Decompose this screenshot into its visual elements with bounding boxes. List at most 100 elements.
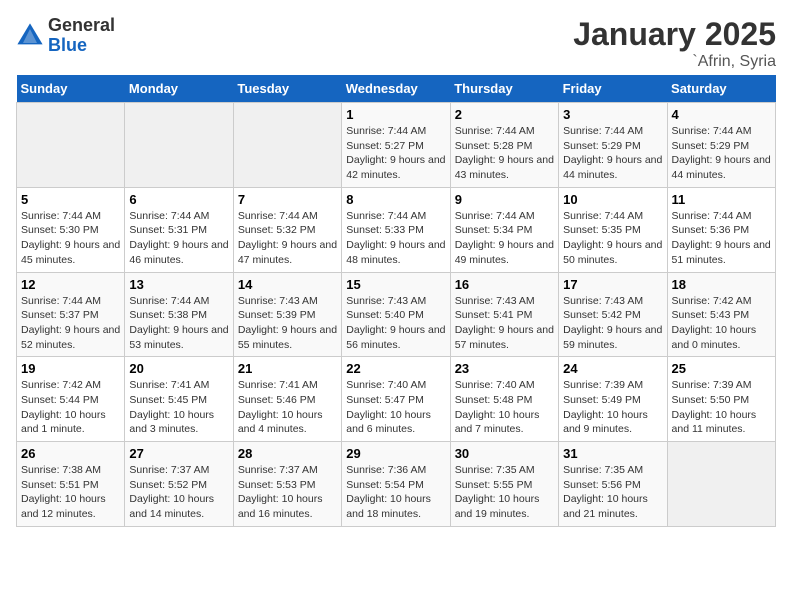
- day-info: Sunrise: 7:44 AM Sunset: 5:32 PM Dayligh…: [238, 209, 337, 268]
- calendar-week-2: 5Sunrise: 7:44 AM Sunset: 5:30 PM Daylig…: [17, 187, 776, 272]
- day-info: Sunrise: 7:36 AM Sunset: 5:54 PM Dayligh…: [346, 463, 445, 522]
- day-number: 14: [238, 277, 337, 292]
- calendar-cell: 25 Sunrise: 7:39 AM Sunset: 5:50 PM Dayli…: [667, 357, 775, 442]
- weekday-header-tuesday: Tuesday: [233, 75, 341, 103]
- calendar-cell: [233, 103, 341, 188]
- month-title: January 2025: [573, 16, 776, 53]
- calendar-cell: 24Sunrise: 7:39 AM Sunset: 5:49 PM Dayli…: [559, 357, 667, 442]
- day-info: Sunrise: 7:40 AM Sunset: 5:48 PM Dayligh…: [455, 378, 554, 437]
- day-info: Sunrise: 7:44 AM Sunset: 5:36 PM Dayligh…: [672, 209, 771, 268]
- day-number: 29: [346, 446, 445, 461]
- calendar-cell: 27 Sunrise: 7:37 AM Sunset: 5:52 PM Dayli…: [125, 442, 233, 527]
- day-info: Sunrise: 7:44 AM Sunset: 5:34 PM Dayligh…: [455, 209, 554, 268]
- day-info: Sunrise: 7:43 AM Sunset: 5:41 PM Dayligh…: [455, 294, 554, 353]
- calendar-cell: 12Sunrise: 7:44 AM Sunset: 5:37 PM Dayli…: [17, 272, 125, 357]
- day-info: Sunrise: 7:35 AM Sunset: 5:56 PM Dayligh…: [563, 463, 662, 522]
- day-number: 7: [238, 192, 337, 207]
- day-info: Sunrise: 7:35 AM Sunset: 5:55 PM Dayligh…: [455, 463, 554, 522]
- day-number: 27: [129, 446, 228, 461]
- day-number: 9: [455, 192, 554, 207]
- day-info: Sunrise: 7:44 AM Sunset: 5:38 PM Dayligh…: [129, 294, 228, 353]
- location: `Afrin, Syria: [573, 53, 776, 71]
- weekday-header-thursday: Thursday: [450, 75, 558, 103]
- day-info: Sunrise: 7:44 AM Sunset: 5:33 PM Dayligh…: [346, 209, 445, 268]
- calendar-cell: 30 Sunrise: 7:35 AM Sunset: 5:55 PM Dayli…: [450, 442, 558, 527]
- calendar-cell: [125, 103, 233, 188]
- day-info: Sunrise: 7:41 AM Sunset: 5:45 PM Dayligh…: [129, 378, 228, 437]
- calendar-cell: 17Sunrise: 7:43 AM Sunset: 5:42 PM Dayli…: [559, 272, 667, 357]
- day-number: 25: [672, 361, 771, 376]
- calendar-cell: 9 Sunrise: 7:44 AM Sunset: 5:34 PM Daylig…: [450, 187, 558, 272]
- calendar-cell: 26 Sunrise: 7:38 AM Sunset: 5:51 PM Dayli…: [17, 442, 125, 527]
- calendar-cell: 8 Sunrise: 7:44 AM Sunset: 5:33 PM Daylig…: [342, 187, 450, 272]
- day-info: Sunrise: 7:44 AM Sunset: 5:31 PM Dayligh…: [129, 209, 228, 268]
- day-info: Sunrise: 7:37 AM Sunset: 5:52 PM Dayligh…: [129, 463, 228, 522]
- weekday-header-wednesday: Wednesday: [342, 75, 450, 103]
- calendar-cell: 11 Sunrise: 7:44 AM Sunset: 5:36 PM Dayli…: [667, 187, 775, 272]
- logo-blue: Blue: [48, 35, 87, 55]
- day-number: 19: [21, 361, 120, 376]
- page-header: General Blue January 2025 `Afrin, Syria: [16, 16, 776, 71]
- calendar-cell: [17, 103, 125, 188]
- calendar-cell: 10 Sunrise: 7:44 AM Sunset: 5:35 PM Dayli…: [559, 187, 667, 272]
- day-number: 10: [563, 192, 662, 207]
- day-number: 23: [455, 361, 554, 376]
- calendar-cell: 19 Sunrise: 7:42 AM Sunset: 5:44 PM Dayli…: [17, 357, 125, 442]
- day-info: Sunrise: 7:39 AM Sunset: 5:50 PM Dayligh…: [672, 378, 771, 437]
- calendar-cell: 4 Sunrise: 7:44 AM Sunset: 5:29 PM Daylig…: [667, 103, 775, 188]
- day-info: Sunrise: 7:41 AM Sunset: 5:46 PM Dayligh…: [238, 378, 337, 437]
- calendar-cell: 6 Sunrise: 7:44 AM Sunset: 5:31 PM Daylig…: [125, 187, 233, 272]
- day-info: Sunrise: 7:43 AM Sunset: 5:39 PM Dayligh…: [238, 294, 337, 353]
- day-number: 16: [455, 277, 554, 292]
- day-number: 26: [21, 446, 120, 461]
- day-number: 21: [238, 361, 337, 376]
- day-number: 12: [21, 277, 120, 292]
- day-number: 8: [346, 192, 445, 207]
- day-number: 31: [563, 446, 662, 461]
- day-number: 15: [346, 277, 445, 292]
- logo: General Blue: [16, 16, 115, 56]
- day-info: Sunrise: 7:39 AM Sunset: 5:49 PM Dayligh…: [563, 378, 662, 437]
- calendar-cell: 7 Sunrise: 7:44 AM Sunset: 5:32 PM Daylig…: [233, 187, 341, 272]
- day-number: 1: [346, 107, 445, 122]
- day-info: Sunrise: 7:43 AM Sunset: 5:42 PM Dayligh…: [563, 294, 662, 353]
- calendar-cell: 16 Sunrise: 7:43 AM Sunset: 5:41 PM Dayli…: [450, 272, 558, 357]
- calendar-cell: 2 Sunrise: 7:44 AM Sunset: 5:28 PM Daylig…: [450, 103, 558, 188]
- logo-text: General Blue: [48, 16, 115, 56]
- day-number: 6: [129, 192, 228, 207]
- calendar-header-row: SundayMondayTuesdayWednesdayThursdayFrid…: [17, 75, 776, 103]
- calendar-cell: 5Sunrise: 7:44 AM Sunset: 5:30 PM Daylig…: [17, 187, 125, 272]
- weekday-header-friday: Friday: [559, 75, 667, 103]
- logo-icon: [16, 22, 44, 50]
- day-number: 22: [346, 361, 445, 376]
- calendar-week-4: 19 Sunrise: 7:42 AM Sunset: 5:44 PM Dayli…: [17, 357, 776, 442]
- calendar-cell: 29 Sunrise: 7:36 AM Sunset: 5:54 PM Dayli…: [342, 442, 450, 527]
- weekday-header-monday: Monday: [125, 75, 233, 103]
- day-info: Sunrise: 7:43 AM Sunset: 5:40 PM Dayligh…: [346, 294, 445, 353]
- day-info: Sunrise: 7:44 AM Sunset: 5:35 PM Dayligh…: [563, 209, 662, 268]
- weekday-header-saturday: Saturday: [667, 75, 775, 103]
- day-info: Sunrise: 7:40 AM Sunset: 5:47 PM Dayligh…: [346, 378, 445, 437]
- day-number: 5: [21, 192, 120, 207]
- day-number: 4: [672, 107, 771, 122]
- day-number: 11: [672, 192, 771, 207]
- day-number: 2: [455, 107, 554, 122]
- day-number: 18: [672, 277, 771, 292]
- calendar-cell: 28 Sunrise: 7:37 AM Sunset: 5:53 PM Dayli…: [233, 442, 341, 527]
- calendar-cell: 3Sunrise: 7:44 AM Sunset: 5:29 PM Daylig…: [559, 103, 667, 188]
- calendar-cell: 23 Sunrise: 7:40 AM Sunset: 5:48 PM Dayli…: [450, 357, 558, 442]
- day-info: Sunrise: 7:44 AM Sunset: 5:28 PM Dayligh…: [455, 124, 554, 183]
- day-number: 13: [129, 277, 228, 292]
- day-info: Sunrise: 7:44 AM Sunset: 5:29 PM Dayligh…: [672, 124, 771, 183]
- day-number: 30: [455, 446, 554, 461]
- calendar-cell: 31 Sunrise: 7:35 AM Sunset: 5:56 PM Dayli…: [559, 442, 667, 527]
- day-info: Sunrise: 7:38 AM Sunset: 5:51 PM Dayligh…: [21, 463, 120, 522]
- day-info: Sunrise: 7:42 AM Sunset: 5:44 PM Dayligh…: [21, 378, 120, 437]
- day-number: 3: [563, 107, 662, 122]
- calendar-week-5: 26 Sunrise: 7:38 AM Sunset: 5:51 PM Dayli…: [17, 442, 776, 527]
- day-info: Sunrise: 7:44 AM Sunset: 5:27 PM Dayligh…: [346, 124, 445, 183]
- calendar-body: 1 Sunrise: 7:44 AM Sunset: 5:27 PM Daylig…: [17, 103, 776, 527]
- calendar-cell: 15 Sunrise: 7:43 AM Sunset: 5:40 PM Dayli…: [342, 272, 450, 357]
- day-number: 28: [238, 446, 337, 461]
- day-info: Sunrise: 7:37 AM Sunset: 5:53 PM Dayligh…: [238, 463, 337, 522]
